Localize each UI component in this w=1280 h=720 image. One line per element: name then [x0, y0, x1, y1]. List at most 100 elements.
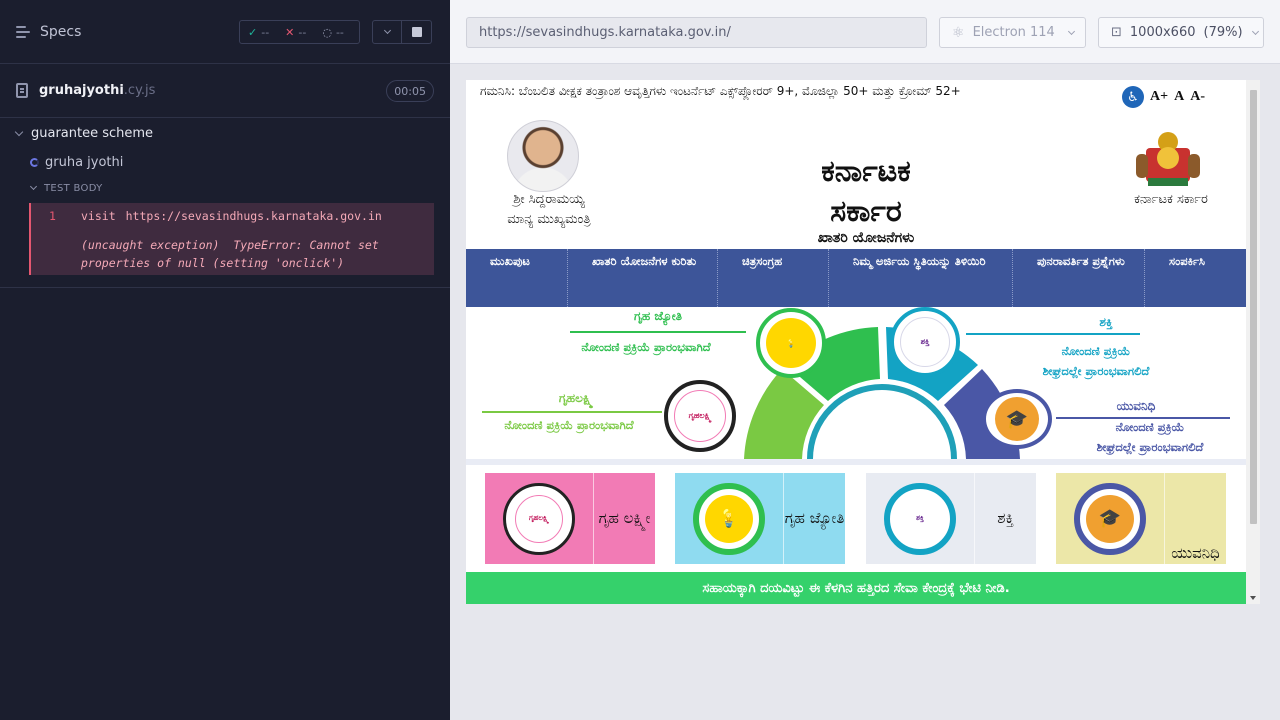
shakti-logo-badge: ಶಕ್ತಿ [916, 514, 924, 522]
spec-file-row[interactable]: gruhajyothi .cy.js 00:05 [0, 64, 450, 118]
gruhalakshmi-badge: ಗೃಹಲಕ್ಷ್ಮಿ [674, 390, 726, 442]
site-subtitle: ಖಾತರಿ ಯೋಜನೆಗಳು [817, 230, 915, 246]
yuvanidhi-card-label: ಯುವನಿಧಿ [1164, 473, 1226, 564]
nav-contact[interactable]: ಸಂಪರ್ಕಿಸಿ [1145, 249, 1246, 307]
gruha-jyothi-ring[interactable]: 💡 [756, 308, 826, 378]
gruha-jyothi-status: ನೋಂದಣಿ ಪ್ರಕ್ರಿಯೆ ಪ್ರಾರಂಭವಾಗಿದೆ [581, 340, 711, 354]
spec-file-ext: .cy.js [123, 83, 156, 98]
bulb-icon: 💡 [705, 494, 753, 543]
shakti-logo: ಶಕ್ತಿ [884, 482, 956, 555]
cm-role: ಮಾನ್ಯ ಮುಖ್ಯಮಂತ್ರಿ [507, 212, 591, 227]
pending-stat: ◌ -- [314, 26, 352, 39]
graduate-icon: 🎓 [1086, 494, 1134, 543]
browser-selector[interactable]: ⚛ Electron 114 [939, 17, 1086, 48]
chevron-down-icon [383, 26, 391, 35]
failed-count: -- [298, 25, 307, 39]
gruha-jyothi-card-image: 💡 [675, 473, 783, 564]
gruha-jyothi-line [570, 331, 746, 333]
gruhalakshmi-card-image: ಗೃಹಲಕ್ಷ್ಮಿ [485, 473, 593, 564]
karnataka-emblem-icon [1136, 132, 1200, 186]
chevron-down-icon [29, 182, 38, 191]
shakti-card-image: ಶಕ್ತಿ [866, 473, 974, 564]
error-message: (uncaught exception) TypeError: Cannot s… [81, 236, 421, 272]
passed-stat: ✓ -- [240, 26, 277, 39]
reporter-header: Specs ✓ -- ✕ -- ◌ -- [0, 0, 450, 64]
accessibility-tools: ♿ A+ A A- [1122, 86, 1205, 108]
gruha-jyothi-logo: 💡 [693, 482, 765, 555]
bulb-icon: 💡 [766, 318, 816, 368]
viewport-icon: ⊡ [1111, 25, 1122, 40]
graduate-icon: 🎓 [995, 397, 1039, 441]
pending-count: -- [335, 25, 344, 39]
scheme-cards: ಗೃಹಲಕ್ಷ್ಮಿ ಗೃಹ ಲಕ್ಷ್ಮೀ 💡 ಗೃಹ ಜ್ಯೋತಿ ಶಕ್ತ… [466, 465, 1246, 572]
test-title[interactable]: gruha jyothi [0, 148, 450, 176]
gruhalakshmi-ring[interactable]: ಗೃಹಲಕ್ಷ್ಮಿ [664, 380, 736, 452]
passed-count: -- [261, 25, 270, 39]
gruhalakshmi-title: ಗೃಹಲಕ್ಷ್ಮಿ [558, 391, 594, 405]
yuvanidhi-logo: 🎓 [1074, 482, 1146, 555]
scrollbar-thumb[interactable] [1250, 90, 1257, 524]
stop-button[interactable] [402, 20, 432, 44]
yuvanidhi-title: ಯುವನಿಧಿ [1116, 399, 1156, 413]
chevron-down-icon [14, 127, 24, 136]
specs-link[interactable]: Specs [16, 24, 81, 40]
suite-label: guarantee scheme [31, 125, 154, 141]
shakti-ring[interactable]: ಶಕ್ತಿ [890, 307, 960, 377]
reporter-panel: Specs ✓ -- ✕ -- ◌ -- gruhajyothi .cy.js 00:0… [0, 0, 450, 720]
gruhalakshmi-line [482, 411, 662, 413]
url-bar[interactable]: https://sevasindhugs.karnataka.gov.in/ [466, 17, 927, 48]
stats-summary: ✓ -- ✕ -- ◌ -- [239, 20, 360, 44]
gruha-jyothi-card-label: ಗೃಹ ಜ್ಯೋತಿ [783, 473, 845, 564]
site-scrollbar[interactable] [1246, 80, 1260, 604]
electron-icon: ⚛ [952, 24, 965, 41]
shakti-title: ಶಕ್ತಿ [1099, 315, 1113, 329]
error-label: (uncaught exception) [81, 238, 220, 252]
failed-stat: ✕ -- [277, 26, 314, 39]
nav-home[interactable]: ಮುಖಪುಟ [466, 249, 568, 307]
specs-list-icon [16, 25, 32, 38]
command-name: visit [81, 209, 116, 223]
font-normal-button[interactable]: A [1174, 89, 1184, 105]
chevron-down-icon [1067, 27, 1075, 35]
shakti-line [966, 333, 1140, 335]
gruhalakshmi-status: ನೋಂದಣಿ ಪ್ರಕ್ರಿಯೆ ಪ್ರಾರಂಭವಾಗಿದೆ [504, 418, 634, 432]
website-frame: ಗಮನಿಸಿ: ಬೆಂಬಲಿತ ವೀಕ್ಷಕ ತಂತ್ರಾಂಶ ಆವೃತ್ತಿಗ… [466, 80, 1260, 604]
shakti-status-line2: ಶೀಘ್ರದಲ್ಲೇ ಪ್ರಾರಂಭವಾಗಲಿದೆ [1042, 364, 1150, 378]
viewport-info[interactable]: ⊡ 1000x660 (79%) [1098, 17, 1264, 48]
accessibility-icon[interactable]: ♿ [1122, 86, 1144, 108]
site-title: ಕರ್ನಾಟಕ ಸರ್ಕಾರ [766, 152, 966, 232]
nav-application-status[interactable]: ನಿಮ್ಮ ಅರ್ಜಿಯ ಸ್ಥಿತಿಯನ್ನು ತಿಳಿಯಿರಿ [829, 249, 1013, 307]
gruhalakshmi-logo: ಗೃಹಲಕ್ಷ್ಮಿ [503, 482, 575, 555]
command-arg: https://sevasindhugs.karnataka.gov.in [125, 209, 382, 223]
test-body-header[interactable]: TEST BODY [0, 176, 450, 200]
font-increase-button[interactable]: A+ [1150, 89, 1168, 105]
title-line-1: ಕರ್ನಾಟಕ [821, 154, 911, 189]
viewport-scale: (79%) [1203, 25, 1243, 40]
shakti-status-line1: ನೋಂದಣಿ ಪ್ರಕ್ರಿಯೆ [1061, 344, 1131, 358]
nav-about-schemes[interactable]: ಖಾತರಿ ಯೋಜನೆಗಳ ಕುರಿತು [568, 249, 718, 307]
gruhalakshmi-logo-badge: ಗೃಹಲಕ್ಷ್ಮಿ [515, 494, 563, 543]
scroll-down-arrow-icon[interactable] [1250, 596, 1256, 600]
command-number: 1 [49, 209, 56, 223]
chevron-down-icon [1251, 27, 1259, 35]
yuvanidhi-card[interactable]: 🎓 ಯುವನಿಧಿ [1056, 473, 1226, 564]
file-icon [16, 83, 28, 98]
yuvanidhi-ring[interactable]: 🎓 [982, 389, 1052, 449]
nav-gallery[interactable]: ಚಿತ್ರಸಂಗ್ರಹ [718, 249, 829, 307]
toggle-auto-scroll-button[interactable] [372, 20, 402, 44]
shakti-card-label: ಶಕ್ತಿ [974, 473, 1036, 564]
gruha-jyothi-card[interactable]: 💡 ಗೃಹ ಜ್ಯೋತಿ [675, 473, 845, 564]
check-icon: ✓ [248, 25, 258, 39]
shakti-status: ನೋಂದಣಿ ಪ್ರಕ್ರಿಯೆ ಶೀಘ್ರದಲ್ಲೇ ಪ್ರಾರಂಭವಾಗಲಿ… [986, 341, 1206, 381]
run-duration: 00:05 [386, 80, 434, 102]
yuvanidhi-card-image: 🎓 [1056, 473, 1164, 564]
command-log-entry[interactable]: 1 visit https://sevasindhugs.karnataka.g… [29, 203, 434, 275]
running-spinner-icon [30, 157, 39, 167]
gruhalakshmi-card[interactable]: ಗೃಹಲಕ್ಷ್ಮಿ ಗೃಹ ಲಕ್ಷ್ಮೀ [485, 473, 655, 564]
suite-title[interactable]: guarantee scheme [0, 118, 450, 148]
nav-faq[interactable]: ಪುನರಾವರ್ತಿತ ಪ್ರಶ್ನೆಗಳು [1013, 249, 1145, 307]
shakti-card[interactable]: ಶಕ್ತಿ ಶಕ್ತಿ [866, 473, 1036, 564]
yuvanidhi-status: ನೋಂದಣಿ ಪ್ರಕ್ರಿಯೆ ಶೀಘ್ರದಲ್ಲೇ ಪ್ರಾರಂಭವಾಗಲಿ… [1050, 417, 1250, 457]
specs-title: Specs [40, 23, 82, 40]
font-decrease-button[interactable]: A- [1190, 89, 1205, 105]
